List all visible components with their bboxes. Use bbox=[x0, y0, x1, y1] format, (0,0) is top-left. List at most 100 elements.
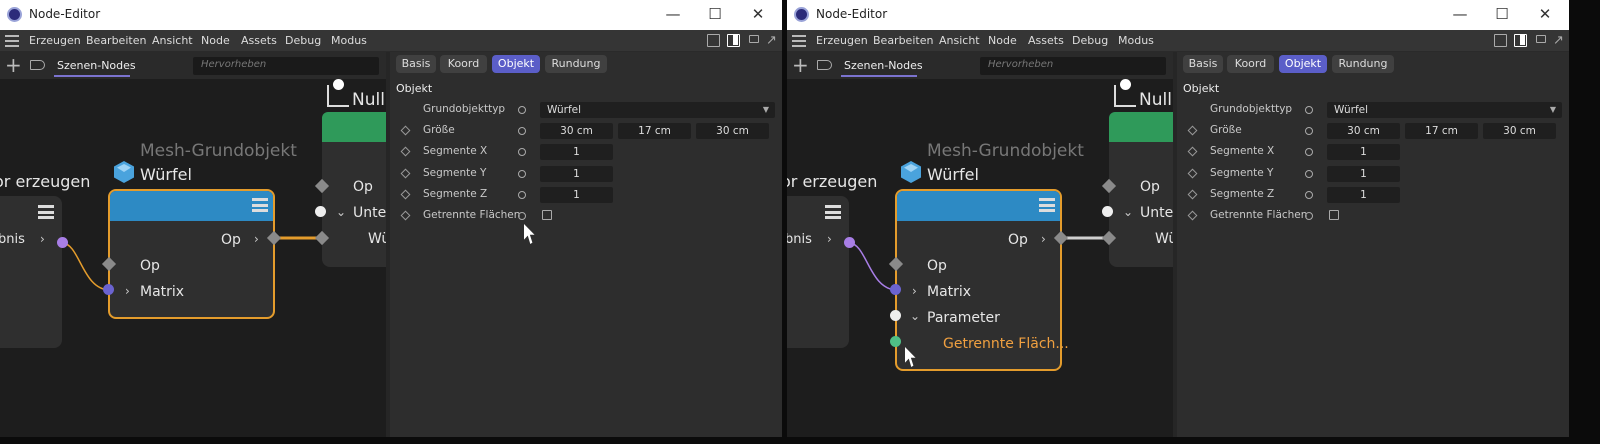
node-menu-icon[interactable] bbox=[825, 205, 841, 219]
animate-icon[interactable] bbox=[1187, 210, 1198, 221]
chevron-right-icon[interactable]: › bbox=[912, 284, 917, 298]
undock-icon[interactable]: ↗ bbox=[1553, 33, 1564, 48]
keyframe-icon[interactable] bbox=[1305, 191, 1313, 199]
chevron-right-icon[interactable]: › bbox=[125, 284, 130, 298]
output-port[interactable] bbox=[57, 237, 68, 248]
animate-icon[interactable] bbox=[400, 125, 411, 136]
segmente-z-field[interactable]: 1 bbox=[540, 187, 613, 203]
chevron-down-icon[interactable]: ⌄ bbox=[1123, 205, 1133, 219]
animate-icon[interactable] bbox=[1187, 189, 1198, 200]
grundobjekttyp-dropdown[interactable]: Würfel ▼ bbox=[540, 102, 775, 118]
menu-modus[interactable]: Modus bbox=[1118, 30, 1154, 52]
size-y-field[interactable]: 17 cm bbox=[1405, 123, 1478, 139]
animate-icon[interactable] bbox=[1187, 168, 1198, 179]
menu-modus[interactable]: Modus bbox=[331, 30, 367, 52]
matrix-port[interactable] bbox=[103, 284, 114, 295]
animate-icon[interactable] bbox=[1187, 125, 1198, 136]
menu-debug[interactable]: Debug bbox=[1072, 30, 1108, 52]
title-bar[interactable]: Node-Editor — ☐ ✕ bbox=[787, 0, 1569, 30]
parameter-port[interactable] bbox=[890, 310, 901, 321]
getrennte-flaechen-port[interactable] bbox=[890, 336, 901, 347]
null-node[interactable]: Op ⌄ Unter Wü bbox=[1109, 112, 1173, 267]
menu-erzeugen[interactable]: Erzeugen bbox=[29, 30, 81, 52]
node-menu-icon[interactable] bbox=[38, 205, 54, 219]
hamburger-menu-icon[interactable] bbox=[5, 35, 19, 47]
layout-icon[interactable] bbox=[1494, 34, 1507, 47]
menu-bearbeiten[interactable]: Bearbeiten bbox=[86, 30, 146, 52]
layout-icon[interactable] bbox=[727, 34, 740, 47]
close-icon[interactable]: ✕ bbox=[746, 3, 770, 25]
segmente-x-field[interactable]: 1 bbox=[1327, 144, 1400, 160]
keyframe-icon[interactable] bbox=[518, 106, 526, 114]
tab-rundung[interactable]: Rundung bbox=[545, 55, 607, 73]
menu-assets[interactable]: Assets bbox=[241, 30, 277, 52]
tab-koord[interactable]: Koord bbox=[1227, 55, 1274, 73]
input-port[interactable] bbox=[1102, 206, 1113, 217]
input-port[interactable] bbox=[315, 206, 326, 217]
keyframe-icon[interactable] bbox=[1305, 127, 1313, 135]
mesh-node-wuerfel[interactable]: Op › Op › Matrix bbox=[108, 189, 275, 319]
menu-node[interactable]: Node bbox=[201, 30, 230, 52]
tab-objekt[interactable]: Objekt bbox=[492, 55, 540, 73]
size-x-field[interactable]: 30 cm bbox=[540, 123, 613, 139]
minimize-icon[interactable]: — bbox=[1448, 3, 1472, 25]
layout-icon[interactable] bbox=[707, 34, 720, 47]
title-bar[interactable]: Node-Editor — ☐ ✕ bbox=[0, 0, 782, 30]
grundobjekttyp-dropdown[interactable]: Würfel ▼ bbox=[1327, 102, 1562, 118]
hamburger-menu-icon[interactable] bbox=[792, 35, 806, 47]
menu-bearbeiten[interactable]: Bearbeiten bbox=[873, 30, 933, 52]
tab-basis[interactable]: Basis bbox=[1183, 55, 1223, 73]
node-canvas[interactable]: + Szenen-Nodes Hervorheben ebnis › or er… bbox=[0, 52, 386, 437]
node-canvas[interactable]: + Szenen-Nodes Hervorheben ebnis › or er… bbox=[787, 52, 1173, 437]
left-node[interactable]: ebnis › bbox=[0, 196, 62, 348]
keyframe-icon[interactable] bbox=[518, 170, 526, 178]
output-port[interactable] bbox=[844, 237, 855, 248]
close-icon[interactable]: ✕ bbox=[1533, 3, 1557, 25]
undock-icon[interactable]: ↗ bbox=[766, 33, 777, 48]
keyframe-icon[interactable] bbox=[518, 191, 526, 199]
size-z-field[interactable]: 30 cm bbox=[696, 123, 769, 139]
tab-koord[interactable]: Koord bbox=[440, 55, 487, 73]
node-menu-icon[interactable] bbox=[1039, 198, 1055, 212]
size-z-field[interactable]: 30 cm bbox=[1483, 123, 1556, 139]
lock-icon[interactable] bbox=[749, 35, 759, 43]
layout-icon[interactable] bbox=[1514, 34, 1527, 47]
segmente-y-field[interactable]: 1 bbox=[540, 166, 613, 182]
menu-ansicht[interactable]: Ansicht bbox=[152, 30, 193, 52]
segmente-z-field[interactable]: 1 bbox=[1327, 187, 1400, 203]
tab-rundung[interactable]: Rundung bbox=[1332, 55, 1394, 73]
animate-icon[interactable] bbox=[400, 168, 411, 179]
chevron-down-icon[interactable]: ⌄ bbox=[910, 309, 920, 323]
getrennte-flaechen-checkbox[interactable] bbox=[542, 210, 552, 220]
menu-debug[interactable]: Debug bbox=[285, 30, 321, 52]
maximize-icon[interactable]: ☐ bbox=[1490, 3, 1514, 25]
node-menu-icon[interactable] bbox=[252, 198, 268, 212]
chevron-down-icon[interactable]: ⌄ bbox=[336, 205, 346, 219]
menu-node[interactable]: Node bbox=[988, 30, 1017, 52]
menu-erzeugen[interactable]: Erzeugen bbox=[816, 30, 868, 52]
matrix-port[interactable] bbox=[890, 284, 901, 295]
animate-icon[interactable] bbox=[1187, 146, 1198, 157]
keyframe-icon[interactable] bbox=[518, 148, 526, 156]
keyframe-icon[interactable] bbox=[1305, 212, 1313, 220]
segmente-x-field[interactable]: 1 bbox=[540, 144, 613, 160]
segmente-y-field[interactable]: 1 bbox=[1327, 166, 1400, 182]
maximize-icon[interactable]: ☐ bbox=[703, 3, 727, 25]
size-x-field[interactable]: 30 cm bbox=[1327, 123, 1400, 139]
animate-icon[interactable] bbox=[400, 146, 411, 157]
keyframe-icon[interactable] bbox=[518, 212, 526, 220]
keyframe-icon[interactable] bbox=[1305, 148, 1313, 156]
keyframe-icon[interactable] bbox=[1305, 170, 1313, 178]
lock-icon[interactable] bbox=[1536, 35, 1546, 43]
left-node[interactable]: ebnis › bbox=[787, 196, 849, 348]
menu-assets[interactable]: Assets bbox=[1028, 30, 1064, 52]
animate-icon[interactable] bbox=[400, 189, 411, 200]
null-node[interactable]: Op ⌄ Unter Wü bbox=[322, 112, 386, 267]
tab-basis[interactable]: Basis bbox=[396, 55, 436, 73]
getrennte-flaechen-checkbox[interactable] bbox=[1329, 210, 1339, 220]
keyframe-icon[interactable] bbox=[518, 127, 526, 135]
menu-ansicht[interactable]: Ansicht bbox=[939, 30, 980, 52]
size-y-field[interactable]: 17 cm bbox=[618, 123, 691, 139]
animate-icon[interactable] bbox=[400, 210, 411, 221]
keyframe-icon[interactable] bbox=[1305, 106, 1313, 114]
